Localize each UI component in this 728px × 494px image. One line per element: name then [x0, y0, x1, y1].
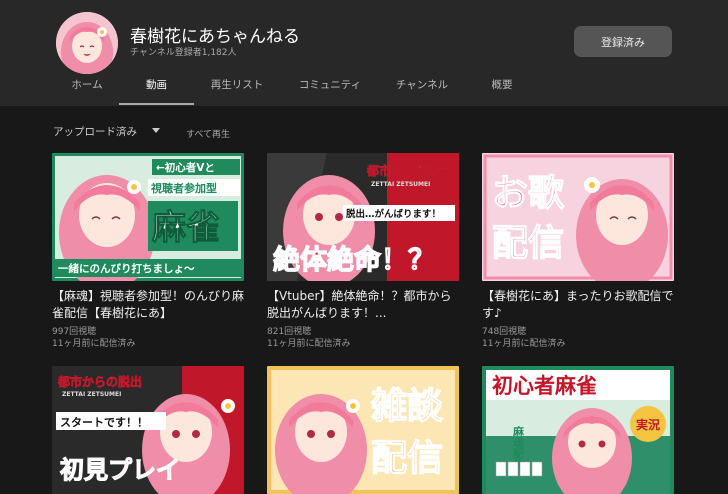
- thumb-text: 絶体絶命！？: [273, 244, 435, 276]
- video-title[interactable]: 【麻魂】視聴者参加型！のんびり麻雀配信【春樹花にあ】: [52, 288, 247, 322]
- tab-community[interactable]: コミュニティ: [280, 72, 380, 106]
- thumbnail-image: 都市からの脱出 ZETTAI ZETSUMEI 脱出…がんばります！ 絶体絶命！…: [267, 153, 459, 281]
- play-all-button[interactable]: すべて再生: [186, 127, 230, 140]
- thumb-text: 視聴者参加型: [150, 181, 217, 195]
- active-tab-indicator: [119, 103, 194, 105]
- thumb-text: スタートです！！: [60, 416, 148, 429]
- subscribed-button[interactable]: 登録済み: [574, 26, 672, 57]
- subscriber-count: チャンネル登録者1,182人: [130, 48, 237, 58]
- tab-videos[interactable]: 動画: [119, 72, 194, 106]
- tab-about[interactable]: 概要: [472, 72, 532, 106]
- thumb-text: 配信: [492, 223, 564, 264]
- tab-playlists[interactable]: 再生リスト: [194, 72, 280, 106]
- thumb-text: 雑談: [370, 386, 443, 427]
- thumb-text: 都市からの脱出: [366, 163, 451, 178]
- thumbnail-image: ←初心者Vと 視聴者参加型 麻雀 一緒にのんびり打ちましょ〜: [52, 153, 244, 281]
- thumb-text: 一緒にのんびり打ちましょ〜: [58, 262, 195, 275]
- thumb-text: 都市からの脱出: [57, 374, 142, 389]
- video-thumbnail[interactable]: 都市からの脱出 ZETTAI ZETSUMEI 脱出…がんばります！ 絶体絶命！…: [267, 153, 459, 281]
- thumbnail-image: お歌 配信: [482, 153, 674, 281]
- video-title[interactable]: 【春樹花にあ】まったりお歌配信です♪: [482, 288, 677, 322]
- thumb-text: 脱出…がんばります！: [346, 208, 441, 220]
- channel-tabs: ホーム 動画 再生リスト コミュニティ チャンネル 概要: [0, 72, 728, 106]
- video-thumbnail[interactable]: お歌 配信: [482, 153, 674, 281]
- video-date: 11ヶ月前に配信済み: [267, 339, 351, 349]
- thumbnail-image: 都市からの脱出 ZETTAI ZETSUMEI スタートです！！ 初見プレイ: [52, 366, 244, 494]
- thumb-text: ←初心者Vと: [156, 161, 215, 174]
- video-thumbnail[interactable]: 初心者麻雀 麻魂配信 実況: [482, 366, 674, 494]
- video-date: 11ヶ月前に配信済み: [52, 339, 136, 349]
- thumb-text: 実況: [636, 417, 660, 432]
- thumb-text: お歌: [492, 173, 565, 214]
- thumbnail-image: 雑談 配信: [267, 366, 459, 494]
- video-date: 11ヶ月前に配信済み: [482, 339, 566, 349]
- chevron-down-icon[interactable]: [152, 128, 160, 133]
- thumb-text: 初心者麻雀: [492, 374, 597, 398]
- thumb-text: ZETTAI ZETSUMEI: [62, 391, 121, 398]
- channel-avatar[interactable]: [56, 12, 118, 74]
- thumbnail-image: 初心者麻雀 麻魂配信 実況: [482, 366, 674, 494]
- tab-channels[interactable]: チャンネル: [380, 72, 464, 106]
- thumb-text: ZETTAI ZETSUMEI: [371, 181, 430, 188]
- thumb-text: 初見プレイ: [60, 456, 180, 484]
- video-thumbnail[interactable]: ←初心者Vと 視聴者参加型 麻雀 一緒にのんびり打ちましょ〜: [52, 153, 244, 281]
- tab-home[interactable]: ホーム: [52, 72, 122, 106]
- video-thumbnail[interactable]: 都市からの脱出 ZETTAI ZETSUMEI スタートです！！ 初見プレイ: [52, 366, 244, 494]
- video-thumbnail[interactable]: 雑談 配信: [267, 366, 459, 494]
- sort-dropdown[interactable]: アップロード済み: [53, 124, 137, 139]
- channel-name: 春樹花にあちゃんねる: [130, 27, 300, 47]
- video-title[interactable]: 【Vtuber】絶体絶命！？都市から脱出がんばります！...: [267, 288, 462, 322]
- thumb-text: 麻雀: [152, 208, 220, 248]
- thumb-text: 配信: [371, 438, 443, 479]
- avatar-image: [56, 12, 118, 74]
